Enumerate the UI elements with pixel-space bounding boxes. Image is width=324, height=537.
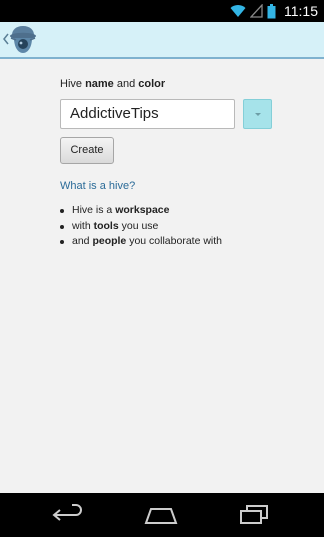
action-bar (0, 22, 324, 59)
hive-name-input[interactable]: AddictiveTips (60, 99, 235, 129)
wifi-icon (230, 5, 246, 18)
dropdown-caret-icon (255, 113, 261, 116)
label-name: name (85, 78, 114, 90)
recent-apps-icon[interactable] (236, 503, 272, 527)
list-item: Hive is a workspace (60, 203, 222, 219)
bullet-text: with (72, 219, 94, 232)
status-time: 11:15 (284, 3, 318, 19)
bullet-text: you use (118, 219, 159, 232)
bullet-text: and (72, 235, 93, 247)
hive-name-color-label: Hive name and color (60, 78, 165, 90)
label-and: and (113, 78, 139, 90)
bullet-bold: tools (93, 219, 119, 232)
hive-logo-icon[interactable] (9, 25, 37, 55)
home-icon[interactable] (143, 503, 179, 527)
label-color: color (138, 78, 166, 90)
bullet-bold: people (92, 235, 127, 247)
bullet-text: Hive is a (72, 204, 116, 216)
list-item: with tools you use (60, 219, 222, 235)
content-area: Hive name and color AddictiveTips Create… (0, 59, 324, 493)
status-bar: 11:15 (0, 0, 324, 22)
what-is-a-hive-link[interactable]: What is a hive? (60, 180, 135, 192)
signal-icon (250, 4, 263, 18)
bullet-text: you collaborate with (126, 235, 223, 247)
hive-description-list: Hive is a workspace with tools you use a… (60, 203, 222, 250)
bullet-bold: workspace (115, 204, 170, 216)
battery-icon (267, 3, 276, 18)
back-icon[interactable] (50, 503, 86, 527)
list-item: and people you collaborate with (60, 234, 222, 250)
status-icons: 11:15 (230, 2, 318, 20)
label-prefix: Hive (60, 78, 86, 90)
create-button[interactable]: Create (60, 137, 114, 164)
navigation-bar (0, 493, 324, 537)
color-picker-button[interactable] (243, 99, 272, 129)
